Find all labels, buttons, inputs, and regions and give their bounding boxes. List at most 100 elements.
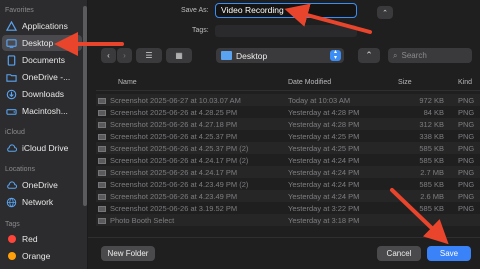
- file-name: Screenshot 2025-06-26 at 4.28.25 PM: [110, 107, 238, 117]
- file-kind: PNG: [458, 179, 475, 189]
- file-name: Screenshot 2025-06-26 at 4.23.49 PM: [110, 191, 238, 201]
- sidebar-item-label: Downloads: [22, 89, 65, 99]
- image-file-icon: [98, 205, 106, 212]
- sidebar-item-icloud-drive[interactable]: iCloud Drive: [2, 140, 82, 156]
- cancel-button[interactable]: Cancel: [377, 246, 421, 261]
- file-name: Screenshot 2025-06-26 at 4.25.37 PM: [110, 131, 238, 141]
- date-modified: Yesterday at 4:25 PM: [288, 143, 360, 153]
- table-row[interactable]: Screenshot 2025-06-26 at 4.23.49 PM Yeste…: [96, 190, 480, 202]
- file-name: Screenshot 2025-06-27 at 10.03.07 AM: [110, 95, 241, 105]
- table-row[interactable]: Screenshot 2025-06-26 at 3.19.52 PM Yeste…: [96, 202, 480, 214]
- image-file-icon: [98, 133, 106, 140]
- chevron-left-icon: ‹: [107, 51, 110, 60]
- image-file-icon: [98, 145, 106, 152]
- hard-drive-icon: [6, 106, 17, 117]
- cloud-icon: [6, 180, 17, 191]
- image-file-icon: [98, 97, 106, 104]
- table-row[interactable]: Screenshot 2025-06-27 at 10.03.07 AM Toda…: [96, 94, 480, 106]
- file-name: Screenshot 2025-06-26 at 4.24.17 PM: [110, 167, 238, 177]
- image-file-icon: [98, 181, 106, 188]
- date-modified: Yesterday at 4:28 PM: [288, 119, 360, 129]
- file-kind: PNG: [458, 155, 475, 165]
- column-header-kind[interactable]: Kind: [458, 79, 472, 86]
- globe-icon: [6, 197, 17, 208]
- file-name: Photo Booth Select: [110, 215, 175, 225]
- table-row[interactable]: Screenshot 2025-06-26 at 4.23.49 PM (2) Y…: [96, 178, 480, 190]
- image-file-icon: [98, 169, 106, 176]
- date-modified: Yesterday at 4:28 PM: [288, 107, 360, 117]
- save-as-input[interactable]: Video Recording: [215, 3, 357, 18]
- sidebar-item-downloads[interactable]: Downloads: [2, 86, 82, 102]
- date-modified: Yesterday at 4:24 PM: [288, 191, 360, 201]
- date-modified: Yesterday at 4:25 PM: [288, 131, 360, 141]
- grid-view-button[interactable]: ▦: [166, 48, 192, 63]
- sidebar-item-onedrive-folder[interactable]: OneDrive -...: [2, 69, 82, 85]
- file-size: 2.6 MB: [420, 191, 444, 201]
- sidebar-item-tag-orange[interactable]: Orange: [2, 248, 82, 264]
- search-placeholder: Search: [401, 51, 427, 60]
- image-file-icon: [98, 193, 106, 200]
- chevron-up-icon: ⌃: [365, 50, 373, 60]
- sidebar-scrollbar[interactable]: [83, 6, 87, 206]
- search-icon: ⌕: [393, 50, 398, 60]
- chevron-right-icon: ›: [123, 51, 126, 60]
- sidebar-header-locations: Locations: [5, 166, 35, 173]
- forward-button[interactable]: ›: [117, 48, 132, 63]
- table-row[interactable]: Screenshot 2025-06-26 at 4.24.17 PM Yeste…: [96, 166, 480, 178]
- date-modified: Yesterday at 3:22 PM: [288, 203, 360, 213]
- save-button[interactable]: Save: [427, 246, 471, 261]
- file-size: 972 KB: [419, 95, 444, 105]
- sidebar-item-label: OneDrive -...: [22, 72, 71, 82]
- file-size: 585 KB: [419, 179, 444, 189]
- sidebar-header-icloud: iCloud: [5, 129, 25, 136]
- cloud-icon: [6, 143, 17, 154]
- applications-icon: [6, 20, 17, 32]
- sidebar-item-label: Documents: [22, 55, 65, 65]
- table-row[interactable]: Screenshot 2025-06-26 at 4.25.37 PM (2) Y…: [96, 142, 480, 154]
- file-kind: PNG: [458, 107, 475, 117]
- date-modified: Today at 10:03 AM: [288, 95, 351, 105]
- sidebar-item-onedrive[interactable]: OneDrive: [2, 177, 82, 193]
- file-list: Screenshot 2025-06-27 at 10.03.07 AM Toda…: [96, 94, 480, 226]
- sidebar-item-desktop[interactable]: Desktop: [2, 35, 82, 51]
- sidebar-item-label: Applications: [22, 21, 68, 31]
- back-button[interactable]: ‹: [101, 48, 116, 63]
- folder-icon: [6, 72, 17, 83]
- sidebar-item-tag-red[interactable]: Red: [2, 231, 82, 247]
- table-row[interactable]: Screenshot 2025-06-26 at 4.25.37 PM Yeste…: [96, 130, 480, 142]
- sidebar-item-applications[interactable]: Applications: [2, 18, 82, 34]
- file-kind: PNG: [458, 95, 475, 105]
- location-label: Desktop: [236, 50, 268, 61]
- location-select[interactable]: Desktop ▴ ▾: [216, 48, 344, 63]
- image-file-icon: [98, 121, 106, 128]
- column-header-size[interactable]: Size: [398, 79, 412, 86]
- bottom-bar: New Folder Cancel Save: [88, 237, 480, 269]
- list-view-button[interactable]: ☰: [136, 48, 162, 63]
- sidebar-item-label: Macintosh...: [22, 106, 68, 116]
- image-file-icon: [98, 217, 106, 224]
- tags-input[interactable]: [215, 25, 357, 37]
- file-name-cell: Screenshot 2025-06-26 at 4.27.18 PM: [98, 120, 283, 129]
- sidebar-item-macintosh-hd[interactable]: Macintosh...: [2, 103, 82, 119]
- file-kind: PNG: [458, 203, 475, 213]
- save-as-label: Save As:: [181, 7, 209, 14]
- table-header: Name Date Modified Size Kind: [96, 77, 480, 91]
- search-input[interactable]: ⌕ Search: [388, 48, 472, 63]
- expand-collapse-button[interactable]: ⌃: [358, 48, 380, 63]
- download-icon: [6, 89, 17, 100]
- sidebar-item-documents[interactable]: Documents: [2, 52, 82, 68]
- expand-button[interactable]: ⌃: [377, 6, 393, 19]
- table-row[interactable]: Photo Booth Select Yesterday at 3:18 PM: [96, 214, 480, 226]
- red-tag-dot-icon: [6, 234, 17, 245]
- table-row[interactable]: Screenshot 2025-06-26 at 4.27.18 PM Yeste…: [96, 118, 480, 130]
- column-header-date[interactable]: Date Modified: [288, 79, 331, 86]
- file-kind: PNG: [458, 131, 475, 141]
- date-modified: Yesterday at 4:24 PM: [288, 155, 360, 165]
- table-row[interactable]: Screenshot 2025-06-26 at 4.24.17 PM (2) Y…: [96, 154, 480, 166]
- sidebar-item-network[interactable]: Network: [2, 194, 82, 210]
- new-folder-button[interactable]: New Folder: [101, 246, 155, 261]
- table-row[interactable]: Screenshot 2025-06-26 at 4.28.25 PM Yeste…: [96, 106, 480, 118]
- updown-chevron-icon: ▴ ▾: [330, 49, 341, 61]
- column-header-name[interactable]: Name: [118, 79, 137, 86]
- save-dialog-main: Save As: Video Recording Tags: ⌃ ‹ › ☰ ▦…: [88, 0, 480, 269]
